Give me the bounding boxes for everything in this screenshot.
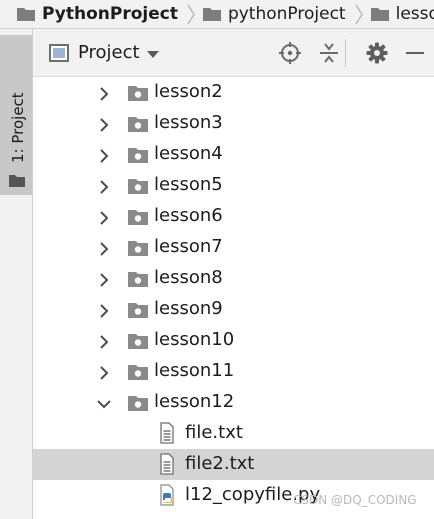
tree-item-folder[interactable]: lesson3 [33,108,434,139]
chevron-right-icon[interactable] [97,148,111,163]
breadcrumb-label: PythonProject [42,4,178,24]
project-panel: Project lesson2 lesson3 lesson4 lesson5 … [33,29,434,519]
view-selector-label[interactable]: Project [78,42,140,63]
project-view-icon [49,44,69,62]
tree-item-folder[interactable]: lesson11 [33,356,434,387]
project-tree: lesson2 lesson3 lesson4 lesson5 lesson6 … [33,77,434,519]
breadcrumb-item-project-root[interactable]: PythonProject [0,0,196,28]
breadcrumb-label: pythonProject [227,4,346,24]
folder-icon [127,115,149,133]
chevron-right-icon [354,0,364,28]
chevron-right-icon[interactable] [97,303,111,318]
project-panel-header: Project [33,29,434,77]
folder-icon [127,301,149,319]
chevron-right-icon[interactable] [97,117,111,132]
tree-item-folder[interactable]: lesson6 [33,201,434,232]
tree-item-label: file.txt [185,422,243,443]
tree-item-label: lesson12 [154,391,235,412]
collapse-all-icon[interactable] [317,41,341,65]
folder-icon [127,177,149,195]
tree-item-folder[interactable]: lesson5 [33,170,434,201]
tree-item-folder[interactable]: lesson7 [33,232,434,263]
folder-icon [127,363,149,381]
tree-item-folder[interactable]: lesson10 [33,325,434,356]
chevron-right-icon[interactable] [97,365,111,380]
tree-item-label: lesson4 [154,143,223,164]
text-file-icon [159,453,175,475]
tool-window-tab-label: 1: Project [9,92,27,163]
breadcrumb-label: lesson [395,4,434,24]
tree-item-label: lesson8 [154,267,223,288]
tree-item-folder[interactable]: lesson8 [33,263,434,294]
folder-icon [127,270,149,288]
tree-item-file[interactable]: file.txt [33,418,434,449]
folder-icon [370,6,390,22]
toolbar-divider [345,39,346,67]
chevron-right-icon[interactable] [97,179,111,194]
tree-item-label: lesson10 [154,329,235,350]
chevron-right-icon[interactable] [97,210,111,225]
tree-item-folder[interactable]: lesson2 [33,77,434,108]
navigation-bar: PythonProject pythonProject lesson [0,0,434,29]
tree-item-label: lesson5 [154,174,223,195]
chevron-right-icon [186,0,196,28]
folder-icon [127,394,149,412]
folder-icon [127,208,149,226]
folder-icon [127,239,149,257]
folder-icon [127,332,149,350]
tree-item-label: lesson2 [154,81,223,102]
tree-item-folder[interactable]: lesson4 [33,139,434,170]
dropdown-caret-icon[interactable] [147,51,159,58]
tree-item-label: lesson3 [154,112,223,133]
tree-item-label: lesson6 [154,205,223,226]
chevron-down-icon[interactable] [97,396,111,410]
folder-icon [127,146,149,164]
minimize-icon[interactable] [403,41,427,65]
tree-item-label: lesson9 [154,298,223,319]
folder-icon [9,172,25,187]
chevron-right-icon[interactable] [97,86,111,101]
chevron-right-icon[interactable] [97,334,111,349]
project-tool-window-tab[interactable]: 1: Project [0,35,32,195]
chevron-right-icon[interactable] [97,272,111,287]
text-file-icon [159,422,175,444]
chevron-right-icon[interactable] [97,241,111,256]
breadcrumb-item-python-project[interactable]: pythonProject [196,0,364,28]
tree-item-label: file2.txt [185,453,255,474]
tree-item-folder[interactable]: lesson9 [33,294,434,325]
tree-item-folder-expanded[interactable]: lesson12 [33,387,434,418]
breadcrumb-item-lesson[interactable]: lesson [364,0,434,28]
gear-icon[interactable] [365,41,389,65]
python-file-icon [159,484,175,506]
tree-item-label: lesson7 [154,236,223,257]
folder-icon [16,6,36,22]
tool-window-strip: 1: Project [0,29,33,519]
folder-icon [127,84,149,102]
tree-item-file-selected[interactable]: file2.txt [33,449,434,480]
folder-icon [202,6,222,22]
tree-item-label: lesson11 [154,360,235,381]
locate-target-icon[interactable] [278,41,302,65]
watermark: CSDN @DQ_CODING [293,493,417,507]
